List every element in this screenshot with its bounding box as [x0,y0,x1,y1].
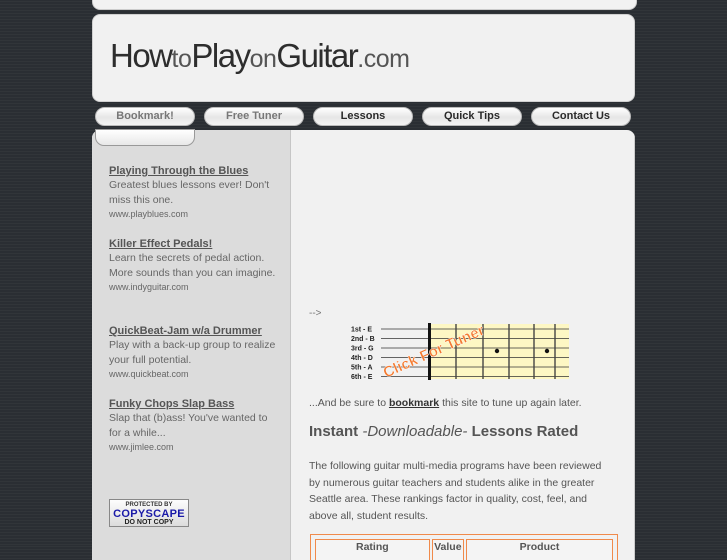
section-heading: Instant -Downloadable- Lessons Rated [309,423,578,440]
blank-sub-button[interactable] [95,129,195,146]
ad-text: Greatest blues lessons ever! Don't miss … [109,179,270,206]
sidebar-ad: Funky Chops Slap Bass Slap that (b)ass! … [109,398,279,452]
tuner-string-label: 4th - D [351,355,373,362]
col-rating: Rating [315,539,430,560]
sidebar-ad: Killer Effect Pedals! Learn the secrets … [109,238,279,292]
logo-how: How [110,37,173,74]
copyscape-line2: COPYSCAPE [113,508,185,520]
comment-arrow-text: --> [309,308,322,319]
heading-before: Instant [309,423,363,440]
fret-marker [544,348,550,354]
logo-play: Play [191,37,251,74]
col-value: Value [431,539,464,560]
ad-title-link[interactable]: Killer Effect Pedals! [109,238,279,250]
sidebar-ad: Playing Through the Blues Greatest blues… [109,165,279,219]
tuner-string-label: 1st - E [351,327,372,334]
site-header: HowtoPlayonGuitar.com [92,14,635,102]
main-content: --> 1st - E 2nd - B 3rd - G 4th - D 5th - A 6… [291,130,635,560]
ad-url[interactable]: www.quickbeat.com [109,369,279,379]
logo-guitar: Guitar [276,37,358,74]
bookmark-line-after: this site to tune up again later. [439,397,582,409]
heading-emphasis: -Downloadable- [362,423,468,440]
col-product: Product [465,539,613,560]
ad-url[interactable]: www.playblues.com [109,209,279,219]
nav-free-tuner[interactable]: Free Tuner [204,107,304,126]
tuner-string-label: 6th - E [351,374,373,381]
ad-url[interactable]: www.indyguitar.com [109,282,279,292]
logo-com: .com [357,45,410,73]
tuner-string-label: 5th - A [351,365,373,372]
copyscape-badge[interactable]: PROTECTED BY COPYSCAPE DO NOT COPY [109,499,189,527]
copyscape-line3: DO NOT COPY [124,519,174,526]
tuner-string-label: 2nd - B [351,336,375,343]
sidebar: Playing Through the Blues Greatest blues… [92,130,291,560]
fret-marker [494,348,500,354]
bookmark-line: ...And be sure to bookmark this site to … [309,397,582,409]
ad-title-link[interactable]: Playing Through the Blues [109,165,279,177]
nav-quick-tips[interactable]: Quick Tips [422,107,522,126]
bookmark-line-before: ...And be sure to [309,397,389,409]
top-strip [92,0,637,10]
site-logo[interactable]: HowtoPlayonGuitar.com [110,37,410,75]
logo-to: to [171,45,192,73]
logo-on: on [249,45,277,73]
ad-text: Learn the secrets of pedal action. More … [109,252,276,279]
panel-edge [634,130,635,560]
nav-lessons[interactable]: Lessons [313,107,413,126]
ad-text: Slap that (b)ass! You've wanted to for a… [109,412,268,439]
ad-title-link[interactable]: QuickBeat-Jam w/a Drummer [109,325,279,337]
ratings-table: Rating Value Product [310,534,618,560]
nav-contact-us[interactable]: Contact Us [531,107,631,126]
intro-paragraph: The following guitar multi-media program… [309,460,602,522]
tuner-image[interactable]: 1st - E 2nd - B 3rd - G 4th - D 5th - A 6th -… [349,321,574,381]
tuner-string-label: 3rd - G [351,346,374,353]
heading-after: Lessons Rated [467,423,579,440]
ad-text: Play with a back-up group to realize you… [109,339,276,366]
sidebar-ad: QuickBeat-Jam w/a Drummer Play with a ba… [109,325,279,379]
ad-url[interactable]: www.jimlee.com [109,442,279,452]
ad-title-link[interactable]: Funky Chops Slap Bass [109,398,279,410]
nav-bookmark[interactable]: Bookmark! [95,107,195,126]
content-panel: Playing Through the Blues Greatest blues… [92,130,635,560]
bookmark-link[interactable]: bookmark [389,397,439,409]
